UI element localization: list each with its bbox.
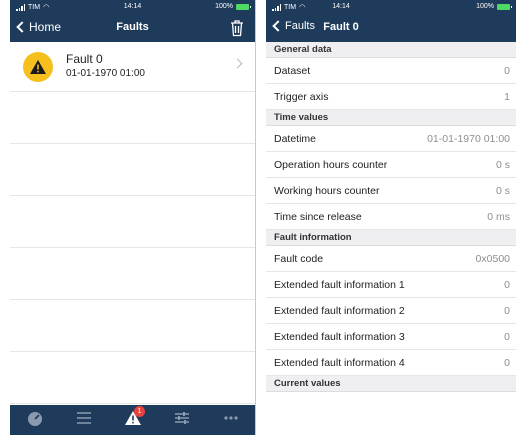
fault-date: 01-01-1970 01:00 [66,68,145,79]
row-value: 0 [504,331,510,343]
empty-row [10,300,255,352]
sliders-icon [174,412,189,424]
row-value: 0 [504,305,510,317]
row-label: Extended fault information 4 [274,357,405,369]
gauge-icon [27,412,42,426]
chevron-right-icon [232,58,243,69]
row-value: 0x0500 [475,253,510,265]
trash-icon[interactable] [229,19,245,37]
status-bar: TIM ◠ 14:14 100% [266,0,516,14]
row-label: Operation hours counter [274,159,388,171]
table-row: Extended fault information 3 0 [266,324,516,350]
row-label: Extended fault information 3 [274,331,405,343]
status-bar: TIM ◠ 14:14 100% [10,0,255,14]
section-header-time: Time values [266,110,516,126]
row-value: 0 s [495,185,510,197]
row-value: 0 ms [487,211,510,223]
row-value: 0 s [495,159,510,171]
list-icon [76,412,91,424]
fault-list: Fault 0 01-01-1970 01:00 [10,42,255,405]
table-row: Datetime 01-01-1970 01:00 [266,126,516,152]
empty-row [10,144,255,196]
page-title: Faults [116,21,149,33]
table-row: Extended fault information 1 0 [266,272,516,298]
tab-settings[interactable] [157,405,206,435]
tab-faults[interactable]: 1 [108,405,157,435]
table-row: Extended fault information 2 0 [266,298,516,324]
tab-more[interactable] [206,405,255,435]
row-label: Extended fault information 2 [274,305,405,317]
row-label: Datetime [274,133,317,145]
table-row: Extended fault information 4 0 [266,350,516,376]
fault-count-badge: 1 [133,406,145,417]
row-label: Extended fault information 1 [274,279,405,291]
table-row: Trigger axis 1 [266,84,516,110]
nav-bar: Faults Fault 0 [266,14,516,42]
tab-bar: 1 [10,405,255,435]
row-label: Trigger axis [274,91,329,103]
fault-detail-table: General data Dataset 0 Trigger axis 1 Time… [266,42,516,435]
empty-row [10,92,255,144]
row-value: 01-01-1970 01:00 [427,133,510,145]
table-row: Working hours counter 0 s [266,178,516,204]
empty-row [10,352,255,404]
row-label: Fault code [274,253,324,265]
table-row: Fault code 0x0500 [266,246,516,272]
row-value: 0 [504,279,510,291]
fault-name: Fault 0 [66,52,103,66]
battery-percent: 100% [215,3,233,10]
table-row: Operation hours counter 0 s [266,152,516,178]
section-header-fault-info: Fault information [266,230,516,246]
empty-row [10,248,255,300]
row-label: Dataset [274,65,311,77]
battery-percent: 100% [476,3,494,10]
warning-icon [23,52,53,82]
battery-icon [497,3,512,10]
more-icon [223,416,238,420]
faults-screen: TIM ◠ 14:14 100% Home Faults Fault 0 01-… [10,0,256,435]
row-value: 0 [504,65,510,77]
nav-bar: Home Faults [10,14,255,42]
battery-icon [236,3,251,10]
fault-detail-screen: TIM ◠ 14:14 100% Faults Fault 0 General … [266,0,516,435]
section-header-current: Current values [266,376,516,392]
table-row: Time since release 0 ms [266,204,516,230]
section-header-general: General data [266,42,516,58]
tab-gauge[interactable] [10,405,59,435]
clock: 14:14 [332,3,350,10]
list-item[interactable]: Fault 0 01-01-1970 01:00 [10,42,255,92]
row-label: Working hours counter [274,185,380,197]
page-title: Fault 0 [323,21,359,33]
table-row: Dataset 0 [266,58,516,84]
tab-list[interactable] [59,405,108,435]
row-label: Time since release [274,211,362,223]
empty-row [10,196,255,248]
row-value: 1 [504,91,510,103]
row-value: 0 [504,357,510,369]
